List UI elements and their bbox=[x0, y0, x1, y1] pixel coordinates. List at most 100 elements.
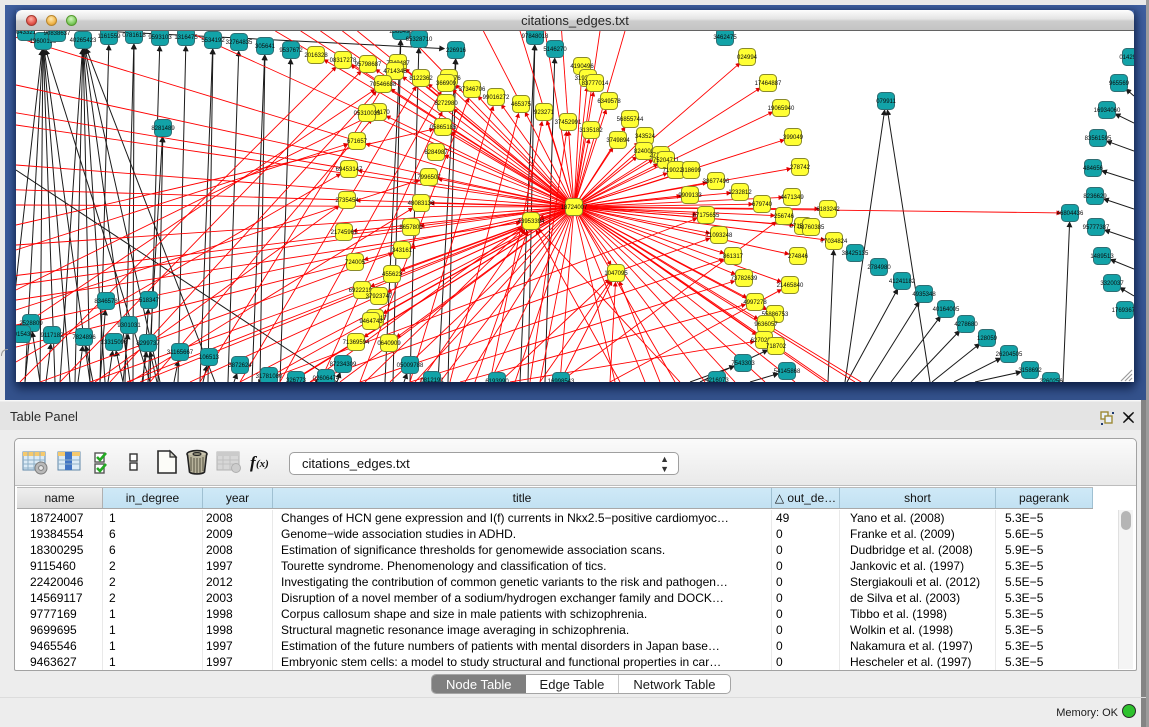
svg-text:718702: 718702 bbox=[766, 344, 787, 350]
svg-text:90838637: 90838637 bbox=[44, 31, 71, 37]
svg-text:69453147: 69453147 bbox=[336, 167, 363, 173]
svg-text:37923747: 37923747 bbox=[366, 294, 393, 300]
svg-text:3158692: 3158692 bbox=[1018, 368, 1042, 374]
svg-text:41241182: 41241182 bbox=[889, 279, 916, 285]
svg-text:37452991: 37452991 bbox=[555, 120, 582, 126]
svg-text:8299737: 8299737 bbox=[136, 341, 160, 347]
svg-text:8281489: 8281489 bbox=[151, 126, 175, 132]
svg-text:16934060: 16934060 bbox=[1094, 108, 1121, 114]
svg-text:38677496: 38677496 bbox=[703, 179, 730, 185]
svg-text:3872624: 3872624 bbox=[228, 363, 252, 369]
svg-text:31781080: 31781080 bbox=[256, 374, 283, 380]
svg-text:9537672: 9537672 bbox=[279, 48, 303, 54]
svg-text:079911: 079911 bbox=[876, 99, 896, 105]
svg-text:0781618: 0781618 bbox=[122, 33, 146, 39]
svg-text:256746: 256746 bbox=[774, 214, 795, 220]
svg-text:48083136: 48083136 bbox=[408, 201, 435, 207]
svg-text:1316475: 1316475 bbox=[174, 35, 198, 41]
svg-text:0142940: 0142940 bbox=[1119, 55, 1134, 61]
svg-text:2388496: 2388496 bbox=[389, 31, 413, 35]
svg-text:8236629: 8236629 bbox=[1083, 194, 1107, 200]
svg-text:3462475: 3462475 bbox=[713, 35, 737, 41]
svg-text:2260256: 2260256 bbox=[1039, 379, 1063, 382]
svg-text:4471349: 4471349 bbox=[780, 195, 804, 201]
svg-text:0640909: 0640909 bbox=[377, 341, 401, 347]
svg-text:6272980: 6272980 bbox=[434, 101, 458, 107]
svg-text:366909: 366909 bbox=[436, 81, 457, 87]
svg-text:965569: 965569 bbox=[1109, 81, 1130, 87]
svg-text:67175655: 67175655 bbox=[693, 213, 720, 219]
svg-text:05009788: 05009788 bbox=[397, 363, 424, 369]
svg-text:02606474: 02606474 bbox=[313, 376, 340, 382]
svg-text:671657: 671657 bbox=[347, 139, 368, 145]
svg-text:9117182: 9117182 bbox=[41, 333, 65, 339]
svg-text:128059: 128059 bbox=[977, 336, 998, 342]
svg-text:18724007: 18724007 bbox=[561, 205, 588, 211]
svg-text:32764835: 32764835 bbox=[226, 40, 253, 46]
svg-text:326773: 326773 bbox=[286, 378, 307, 382]
svg-text:7824896: 7824896 bbox=[72, 335, 96, 341]
svg-text:106513: 106513 bbox=[199, 355, 220, 361]
svg-text:37346706: 37346706 bbox=[459, 87, 486, 93]
svg-text:1232812: 1232812 bbox=[728, 190, 752, 196]
svg-text:455623: 455623 bbox=[382, 272, 403, 278]
svg-text:26204505: 26204505 bbox=[996, 352, 1023, 358]
svg-text:278742: 278742 bbox=[790, 165, 811, 171]
svg-text:6284987: 6284987 bbox=[424, 150, 448, 156]
svg-text:399049: 399049 bbox=[783, 135, 804, 141]
svg-text:40265423: 40265423 bbox=[70, 38, 97, 44]
svg-text:8346578: 8346578 bbox=[94, 299, 118, 305]
svg-text:1047095: 1047095 bbox=[604, 271, 628, 277]
svg-text:724005: 724005 bbox=[345, 260, 366, 266]
svg-text:465375: 465375 bbox=[511, 102, 532, 108]
svg-text:4278680: 4278680 bbox=[954, 322, 978, 328]
svg-text:97848018: 97848018 bbox=[522, 34, 549, 40]
svg-text:7015430: 7015430 bbox=[16, 332, 34, 338]
svg-text:2016328: 2016328 bbox=[304, 53, 328, 59]
svg-text:0812191: 0812191 bbox=[420, 378, 444, 382]
svg-text:40164005: 40164005 bbox=[933, 307, 960, 313]
svg-text:77034824: 77034824 bbox=[821, 239, 848, 245]
svg-text:05310033: 05310033 bbox=[354, 111, 381, 117]
svg-text:54145868: 54145868 bbox=[774, 369, 801, 375]
svg-text:73782639: 73782639 bbox=[731, 276, 758, 282]
svg-text:19065940: 19065940 bbox=[768, 106, 795, 112]
svg-text:305641: 305641 bbox=[255, 44, 276, 50]
svg-text:08760385: 08760385 bbox=[798, 225, 825, 231]
svg-text:274846: 274846 bbox=[788, 254, 809, 260]
svg-text:9301031: 9301031 bbox=[117, 323, 141, 329]
svg-text:95777387: 95777387 bbox=[1083, 225, 1110, 231]
svg-text:024994: 024994 bbox=[737, 55, 758, 61]
svg-text:9593103: 9593103 bbox=[148, 35, 172, 41]
svg-text:8122362: 8122362 bbox=[409, 76, 433, 82]
svg-text:679740: 679740 bbox=[752, 202, 773, 208]
svg-text:9464743: 9464743 bbox=[359, 319, 383, 325]
svg-text:56855744: 56855744 bbox=[617, 117, 644, 123]
svg-text:70546688: 70546688 bbox=[370, 82, 397, 88]
svg-text:83561595: 83561595 bbox=[1085, 136, 1112, 142]
svg-text:38425135: 38425135 bbox=[842, 251, 869, 257]
svg-text:(x): (x) bbox=[256, 458, 269, 470]
svg-text:6349578: 6349578 bbox=[597, 99, 621, 105]
svg-text:343161: 343161 bbox=[392, 248, 413, 254]
svg-text:16998543: 16998543 bbox=[548, 379, 575, 382]
svg-text:1161559: 1161559 bbox=[98, 34, 122, 40]
svg-text:861317: 861317 bbox=[723, 254, 744, 260]
svg-text:08317278: 08317278 bbox=[330, 58, 357, 64]
svg-text:1489513: 1489513 bbox=[1090, 254, 1114, 260]
svg-text:5146270: 5146270 bbox=[543, 47, 567, 53]
svg-text:99016272: 99016272 bbox=[483, 95, 510, 101]
svg-text:318699: 318699 bbox=[681, 168, 702, 174]
svg-text:4997278: 4997278 bbox=[743, 300, 767, 306]
svg-text:9636057: 9636057 bbox=[754, 322, 778, 328]
svg-text:343524: 343524 bbox=[635, 134, 656, 140]
svg-text:4216073: 4216073 bbox=[705, 378, 729, 382]
svg-text:5534192: 5534192 bbox=[201, 38, 225, 44]
svg-text:3749894: 3749894 bbox=[606, 138, 630, 144]
svg-text:6183242: 6183242 bbox=[816, 207, 840, 213]
svg-text:4714345: 4714345 bbox=[383, 69, 407, 75]
svg-text:4935348: 4935348 bbox=[912, 292, 936, 298]
svg-text:3135182: 3135182 bbox=[579, 128, 603, 134]
svg-text:17693676: 17693676 bbox=[1112, 308, 1134, 314]
svg-text:7996507: 7996507 bbox=[417, 175, 441, 181]
